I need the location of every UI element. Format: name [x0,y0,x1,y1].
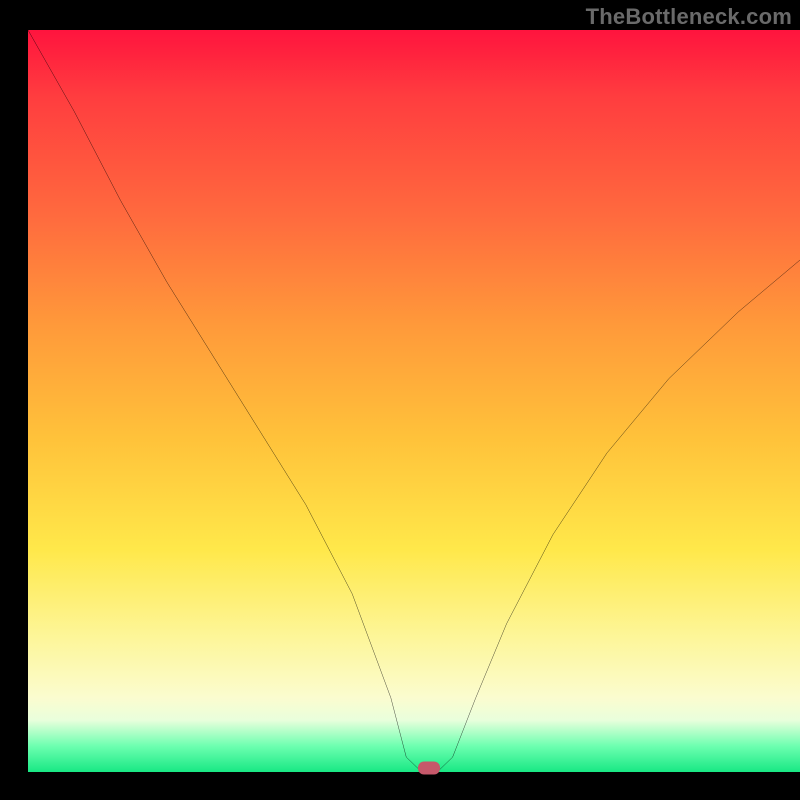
optimum-marker [418,762,440,775]
chart-frame: TheBottleneck.com [0,0,800,800]
curve-path [28,30,800,772]
bottleneck-curve [28,30,800,772]
watermark-text: TheBottleneck.com [586,4,792,30]
plot-area [28,30,800,772]
